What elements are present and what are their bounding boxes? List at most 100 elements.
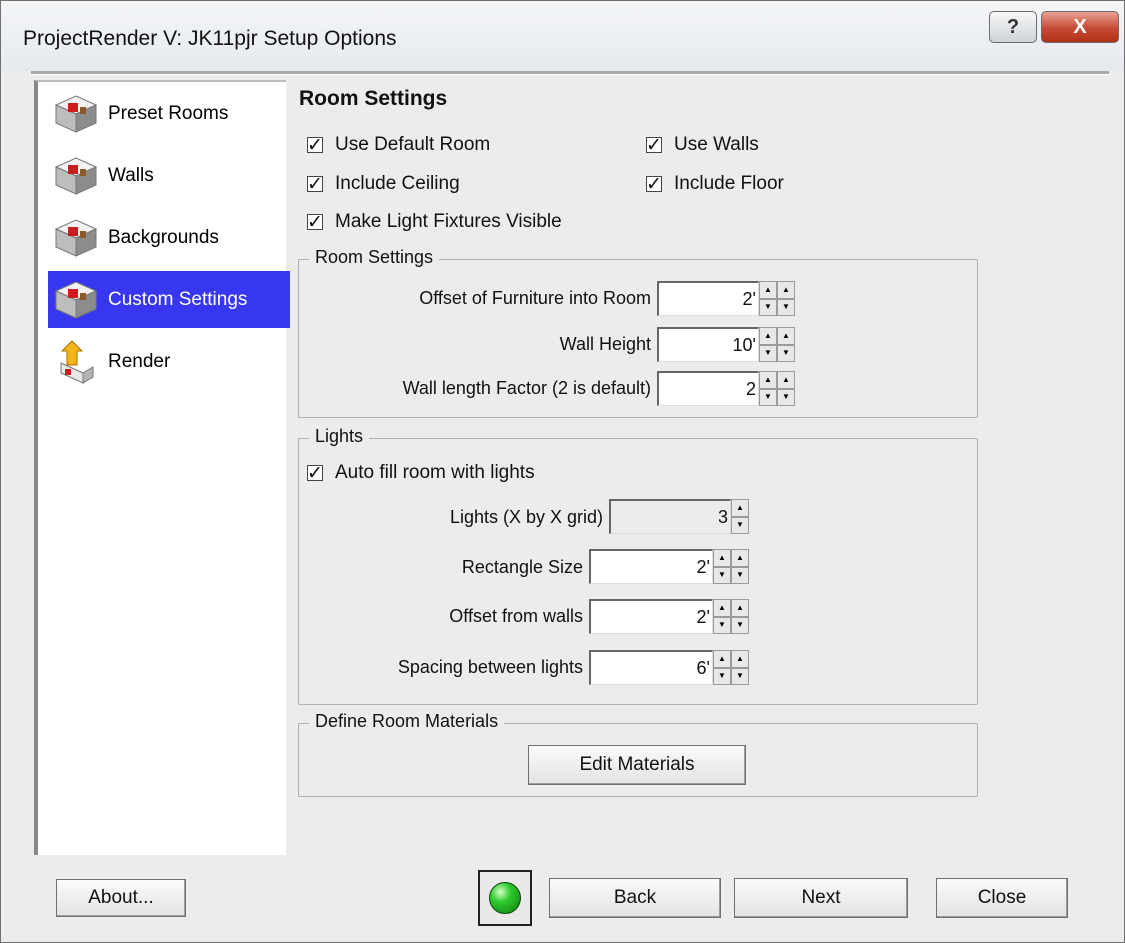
increase-arrow-icon[interactable]: ▲ [759, 327, 777, 345]
increase-arrow-icon[interactable]: ▲ [713, 599, 731, 617]
status-light [478, 870, 532, 926]
decrease-arrow-icon[interactable]: ▼ [759, 388, 777, 406]
spacing-lights-spinner[interactable]: 6' ▲ ▼ ▲ ▼ [589, 650, 749, 685]
decrease-arrow-icon[interactable]: ▼ [713, 616, 731, 634]
checkmark-icon: ✓ [307, 462, 323, 484]
title-bar[interactable]: ProjectRender V: JK11pjr Setup Options ?… [1, 1, 1124, 71]
close-button[interactable]: Close [936, 878, 1068, 918]
title-separator [31, 71, 1109, 75]
checkmark-icon: ✓ [307, 211, 323, 233]
offset-furniture-spinner[interactable]: 2' ▲ ▼ ▲ ▼ [657, 281, 795, 316]
wall-length-factor-spinner[interactable]: 2 ▲ ▼ ▲ ▼ [657, 371, 795, 406]
lights-grid-label: Lights (X by X grid) [449, 507, 603, 527]
window-title: ProjectRender V: JK11pjr Setup Options [23, 27, 397, 50]
room-icon [48, 89, 104, 139]
sidebar-item-custom-settings[interactable]: Custom Settings [48, 271, 290, 328]
spacing-lights-label: Spacing between lights [397, 657, 583, 677]
rectangle-size-label: Rectangle Size [461, 557, 583, 577]
offset-furniture-label: Offset of Furniture into Room [419, 288, 651, 308]
increase-arrow-icon[interactable]: ▲ [731, 499, 749, 517]
checkbox-label: Include Floor [674, 173, 784, 194]
green-light-icon [489, 882, 521, 914]
checkbox-label: Use Default Room [335, 134, 491, 155]
decrease-arrow-icon[interactable]: ▼ [713, 566, 731, 584]
checkbox-label: Make Light Fixtures Visible [335, 211, 562, 232]
checkbox-label: Use Walls [674, 134, 759, 155]
increase-arrow-icon[interactable]: ▲ [731, 650, 749, 668]
use-default-room-checkbox[interactable]: ✓ Use Default Room [307, 134, 490, 156]
wall-height-input[interactable]: 10' [657, 327, 759, 362]
checkbox-checked[interactable]: ✓ [307, 174, 323, 195]
sidebar-item-label: Walls [108, 164, 154, 186]
auto-fill-lights-checkbox[interactable]: ✓ Auto fill room with lights [307, 462, 535, 484]
increase-arrow-icon[interactable]: ▲ [777, 327, 795, 345]
increase-arrow-icon[interactable]: ▲ [759, 281, 777, 299]
checkmark-icon: ✓ [646, 173, 662, 195]
increase-arrow-icon[interactable]: ▲ [759, 371, 777, 389]
checkbox-label: Auto fill room with lights [335, 462, 535, 483]
increase-arrow-icon[interactable]: ▲ [777, 281, 795, 299]
increase-arrow-icon[interactable]: ▲ [713, 549, 731, 567]
checkbox-checked[interactable]: ✓ [307, 463, 323, 484]
back-button[interactable]: Back [549, 878, 721, 918]
sidebar-item-label: Backgrounds [108, 226, 219, 248]
decrease-arrow-icon[interactable]: ▼ [777, 344, 795, 362]
next-button[interactable]: Next [734, 878, 908, 918]
window-close-button[interactable]: X [1041, 11, 1119, 43]
offset-furniture-input[interactable]: 2' [657, 281, 759, 316]
include-floor-checkbox[interactable]: ✓ Include Floor [646, 173, 784, 195]
decrease-arrow-icon[interactable]: ▼ [731, 566, 749, 584]
checkbox-checked[interactable]: ✓ [307, 212, 323, 233]
make-light-fixtures-visible-checkbox[interactable]: ✓ Make Light Fixtures Visible [307, 211, 562, 233]
group-legend: Lights [309, 426, 370, 447]
sidebar-item-render[interactable]: Render [48, 333, 290, 390]
help-button[interactable]: ? [989, 11, 1037, 43]
decrease-arrow-icon[interactable]: ▼ [759, 344, 777, 362]
increase-arrow-icon[interactable]: ▲ [777, 371, 795, 389]
edit-materials-button[interactable]: Edit Materials [528, 745, 746, 785]
group-legend: Room Settings [309, 247, 440, 268]
wall-height-spinner[interactable]: 10' ▲ ▼ ▲ ▼ [657, 327, 795, 362]
rectangle-size-input[interactable]: 2' [589, 549, 713, 584]
include-ceiling-checkbox[interactable]: ✓ Include Ceiling [307, 173, 460, 195]
decrease-arrow-icon[interactable]: ▼ [777, 388, 795, 406]
checkmark-icon: ✓ [646, 134, 662, 156]
room-icon [48, 151, 104, 201]
decrease-arrow-icon[interactable]: ▼ [731, 667, 749, 685]
decrease-arrow-icon[interactable]: ▼ [759, 298, 777, 316]
decrease-arrow-icon[interactable]: ▼ [777, 298, 795, 316]
sidebar-item-label: Custom Settings [108, 288, 248, 310]
sidebar-item-backgrounds[interactable]: Backgrounds [48, 209, 290, 266]
increase-arrow-icon[interactable]: ▲ [731, 599, 749, 617]
lights-grid-spinner[interactable]: 3 ▲ ▼ [609, 499, 749, 534]
render-icon [48, 337, 104, 387]
wall-length-factor-label: Wall length Factor (2 is default) [402, 378, 651, 398]
lights-grid-input[interactable]: 3 [609, 499, 731, 534]
page-title: Room Settings [299, 87, 448, 110]
wall-height-label: Wall Height [559, 334, 651, 354]
checkbox-checked[interactable]: ✓ [307, 135, 323, 156]
sidebar: Preset Rooms Walls Backgrounds Custom Se… [34, 80, 290, 855]
increase-arrow-icon[interactable]: ▲ [713, 650, 731, 668]
room-icon [48, 275, 104, 325]
about-button[interactable]: About... [56, 879, 186, 917]
decrease-arrow-icon[interactable]: ▼ [731, 516, 749, 534]
offset-walls-input[interactable]: 2' [589, 599, 713, 634]
decrease-arrow-icon[interactable]: ▼ [731, 616, 749, 634]
use-walls-checkbox[interactable]: ✓ Use Walls [646, 134, 759, 156]
checkbox-checked[interactable]: ✓ [646, 174, 662, 195]
wall-length-factor-input[interactable]: 2 [657, 371, 759, 406]
sidebar-item-preset-rooms[interactable]: Preset Rooms [48, 85, 290, 142]
spacing-lights-input[interactable]: 6' [589, 650, 713, 685]
sidebar-item-label: Preset Rooms [108, 102, 229, 124]
offset-walls-label: Offset from walls [449, 606, 583, 626]
rectangle-size-spinner[interactable]: 2' ▲ ▼ ▲ ▼ [589, 549, 749, 584]
sidebar-item-label: Render [108, 350, 171, 372]
offset-walls-spinner[interactable]: 2' ▲ ▼ ▲ ▼ [589, 599, 749, 634]
increase-arrow-icon[interactable]: ▲ [731, 549, 749, 567]
room-icon [48, 213, 104, 263]
decrease-arrow-icon[interactable]: ▼ [713, 667, 731, 685]
checkbox-label: Include Ceiling [335, 173, 460, 194]
sidebar-item-walls[interactable]: Walls [48, 147, 290, 204]
checkbox-checked[interactable]: ✓ [646, 135, 662, 156]
